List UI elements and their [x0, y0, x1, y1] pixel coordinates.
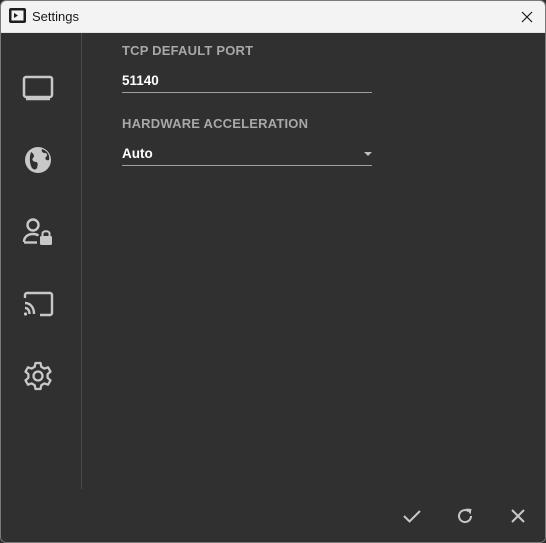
settings-content: TCP DEFAULT PORT 51140 HARDWARE ACCELERA… [1, 33, 545, 542]
close-icon [521, 11, 533, 23]
close-icon [511, 509, 525, 523]
settings-window: Settings TCP DEFAULT PORT 51140 HARDWARE… [0, 0, 546, 543]
title-bar: Settings [1, 1, 545, 33]
confirm-button[interactable] [399, 503, 425, 529]
sidebar [1, 33, 82, 489]
cast-icon [23, 291, 54, 317]
hardware-acceleration-label: HARDWARE ACCELERATION [122, 116, 309, 131]
reset-button[interactable] [452, 503, 478, 529]
sidebar-item-display[interactable] [19, 69, 57, 107]
window-close-button[interactable] [517, 7, 537, 27]
gear-icon [24, 361, 52, 391]
sidebar-item-settings[interactable] [19, 357, 57, 395]
globe-icon [25, 147, 51, 173]
hardware-acceleration-select[interactable]: Auto [122, 144, 372, 166]
app-icon [9, 8, 26, 23]
tcp-port-label: TCP DEFAULT PORT [122, 43, 254, 58]
hardware-acceleration-value: Auto [122, 146, 153, 161]
sidebar-item-network[interactable] [19, 141, 57, 179]
cancel-button[interactable] [505, 503, 531, 529]
dropdown-arrow-icon [364, 152, 372, 156]
tcp-port-input[interactable]: 51140 [122, 71, 372, 93]
window-title: Settings [32, 9, 79, 24]
sidebar-item-security[interactable] [19, 213, 57, 251]
user-lock-icon [22, 218, 52, 245]
refresh-icon [458, 508, 473, 524]
sidebar-item-cast[interactable] [19, 285, 57, 323]
checkmark-icon [403, 510, 421, 523]
monitor-icon [22, 75, 54, 101]
